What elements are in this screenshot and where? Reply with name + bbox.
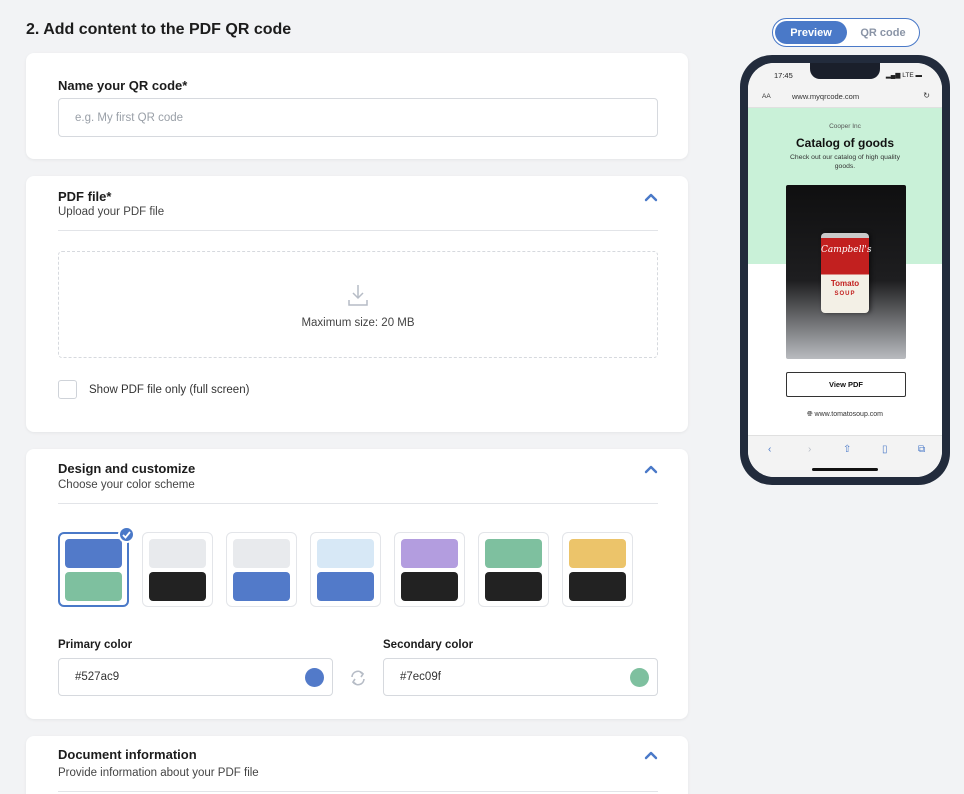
swatch-bottom-color xyxy=(65,572,122,601)
signal-indicator: ▂▄▆ LTE ▬ xyxy=(885,72,922,79)
swatch-top-color xyxy=(65,539,122,568)
tabs-icon: ⧉ xyxy=(918,444,926,455)
back-icon: ‹ xyxy=(768,444,772,455)
pdf-file-subtitle: Upload your PDF file xyxy=(58,206,165,218)
document-info-subtitle: Provide information about your PDF file xyxy=(58,767,259,779)
globe-icon: 🌐︎ xyxy=(806,411,813,418)
color-swatch[interactable] xyxy=(142,532,213,607)
share-icon: ⇧ xyxy=(843,444,852,455)
can-brand: Campbell's xyxy=(821,245,872,255)
color-swatch[interactable] xyxy=(310,532,381,607)
chevron-up-icon[interactable] xyxy=(644,192,658,202)
swap-colors-icon[interactable] xyxy=(348,668,368,688)
status-time: 17:45 xyxy=(774,71,793,80)
primary-color-label: Primary color xyxy=(58,639,133,651)
preview-website: 🌐︎ www.tomatosoup.com xyxy=(748,411,942,419)
design-card: Design and customize Choose your color s… xyxy=(26,449,688,719)
pdf-file-card: PDF file* Upload your PDF file Maximum s… xyxy=(26,176,688,432)
can-sub: SOUP xyxy=(834,291,856,297)
chevron-up-icon[interactable] xyxy=(644,750,658,760)
swatch-bottom-color xyxy=(485,572,542,601)
status-bar: 17:45 ▂▄▆ LTE ▬ xyxy=(748,63,942,85)
pdf-file-title: PDF file* xyxy=(58,189,112,204)
swatch-bottom-color xyxy=(149,572,206,601)
swatch-bottom-color xyxy=(569,572,626,601)
name-qr-title: Name your QR code* xyxy=(58,78,188,93)
card-divider xyxy=(58,503,658,504)
preview-tab[interactable]: Preview xyxy=(775,21,847,44)
swatch-bottom-color xyxy=(317,572,374,601)
soup-can: Campbell's Tomato SOUP xyxy=(821,233,872,313)
color-swatch[interactable] xyxy=(58,526,135,607)
phone-screen: 17:45 ▂▄▆ LTE ▬ AA www.myqrcode.com ↻ Co… xyxy=(748,63,942,477)
card-divider xyxy=(58,230,658,231)
download-icon xyxy=(348,285,368,306)
design-subtitle: Choose your color scheme xyxy=(58,479,195,491)
color-swatch[interactable] xyxy=(478,532,549,607)
primary-color-input[interactable]: #527ac9 xyxy=(58,658,333,696)
browser-url-bar: AA www.myqrcode.com ↻ xyxy=(748,85,942,108)
can-product: Tomato xyxy=(830,279,860,288)
design-title: Design and customize xyxy=(58,461,196,476)
browser-bottom-bar: ‹ › ⇧ ▯ ⧉ xyxy=(748,435,942,477)
color-swatch[interactable] xyxy=(394,532,465,607)
chevron-up-icon[interactable] xyxy=(644,464,658,474)
pdf-dropzone[interactable]: Maximum size: 20 MB xyxy=(58,251,658,358)
name-qr-card: Name your QR code* e.g. My first QR code xyxy=(26,53,688,159)
secondary-color-dot[interactable] xyxy=(630,668,649,687)
reload-icon: ↻ xyxy=(923,91,930,100)
color-swatch[interactable] xyxy=(562,532,633,607)
swatch-top-color xyxy=(401,539,458,568)
preview-website-text: www.tomatosoup.com xyxy=(814,411,884,418)
swatch-top-color xyxy=(485,539,542,568)
check-icon xyxy=(118,526,135,543)
swatch-bottom-color xyxy=(401,572,458,601)
page-heading: 2. Add content to the PDF QR code xyxy=(26,21,292,38)
preview-company: Cooper Inc xyxy=(829,123,861,130)
product-image: Campbell's Tomato SOUP xyxy=(786,185,906,359)
swatch-bottom-color xyxy=(233,572,290,601)
home-indicator xyxy=(812,468,878,471)
swatch-top-color xyxy=(149,539,206,568)
document-info-title: Document information xyxy=(58,747,197,762)
primary-color-value: #527ac9 xyxy=(75,671,120,683)
swatch-top-color xyxy=(233,539,290,568)
color-swatch[interactable] xyxy=(226,532,297,607)
preview-title: Catalog of goods xyxy=(796,136,894,150)
phone-preview: 17:45 ▂▄▆ LTE ▬ AA www.myqrcode.com ↻ Co… xyxy=(740,55,950,485)
fullscreen-checkbox-row[interactable]: Show PDF file only (full screen) xyxy=(58,380,249,399)
color-scheme-swatches xyxy=(58,526,633,607)
qr-code-tab[interactable]: QR code xyxy=(849,21,917,44)
phone-notch xyxy=(810,63,880,79)
bookmarks-icon: ▯ xyxy=(882,444,888,455)
forward-icon: › xyxy=(808,444,812,455)
secondary-color-value: #7ec09f xyxy=(400,671,441,683)
text-size-button: AA xyxy=(762,93,771,100)
dropzone-size-text: Maximum size: 20 MB xyxy=(301,317,415,329)
signal-text: LTE xyxy=(902,72,914,79)
preview-description: Check out our catalog of high quality go… xyxy=(790,154,900,170)
card-divider xyxy=(58,791,658,792)
secondary-color-input[interactable]: #7ec09f xyxy=(383,658,658,696)
fullscreen-checkbox[interactable] xyxy=(58,380,77,399)
browser-url: www.myqrcode.com xyxy=(792,92,860,101)
fullscreen-checkbox-label: Show PDF file only (full screen) xyxy=(89,383,250,396)
secondary-color-label: Secondary color xyxy=(383,639,474,651)
document-info-card: Document information Provide information… xyxy=(26,736,688,794)
swatch-top-color xyxy=(317,539,374,568)
primary-color-dot[interactable] xyxy=(305,668,324,687)
preview-toggle: Preview QR code xyxy=(772,18,920,47)
view-pdf-button: View PDF xyxy=(786,372,906,397)
qr-name-input[interactable]: e.g. My first QR code xyxy=(58,98,658,137)
swatch-top-color xyxy=(569,539,626,568)
